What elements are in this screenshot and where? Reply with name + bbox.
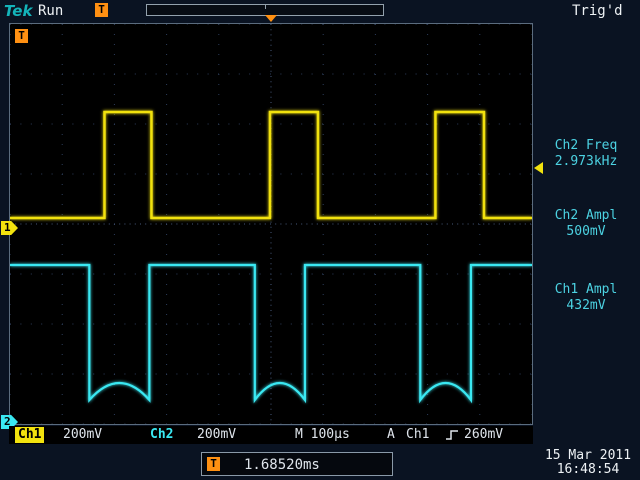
ch2-trace: [10, 265, 532, 400]
trigger-t-icon: T: [207, 457, 220, 471]
measurement-label: Ch2 Freq: [534, 138, 638, 154]
measurement-value: 432mV: [534, 298, 638, 314]
timebase-readout: M 100µs: [295, 426, 350, 444]
trigger-marker-icon: T: [95, 3, 108, 17]
waveform-display: [10, 24, 532, 424]
measurement-value: 2.973kHz: [534, 154, 638, 170]
measurement-value: 500mV: [534, 224, 638, 240]
horizontal-position-readout: T 1.68520ms: [201, 452, 393, 476]
ch1-trace: [10, 112, 532, 218]
trigger-t-indicator: T: [15, 29, 28, 43]
horizontal-position-value: 1.68520ms: [244, 454, 320, 476]
ch1-scale-badge: Ch1: [15, 427, 44, 443]
trigger-status: Trig'd: [572, 3, 623, 19]
status-bar: Ch1 200mV Ch2 200mV M 100µs A Ch1 260mV: [9, 426, 533, 444]
ch1-scale-value: 200mV: [63, 426, 102, 444]
graticule: T: [9, 23, 533, 425]
tek-logo: Tek: [4, 2, 32, 20]
datetime: 15 Mar 2011 16:48:54: [540, 449, 636, 477]
acquisition-status: Run: [38, 3, 63, 19]
ch2-scale-value: 200mV: [197, 426, 236, 444]
measurement-label: Ch2 Ampl: [534, 208, 638, 224]
measurement-ch1-ampl: Ch1 Ampl 432mV: [534, 282, 638, 314]
time-label: 16:48:54: [540, 463, 636, 477]
measurement-ch2-ampl: Ch2 Ampl 500mV: [534, 208, 638, 240]
rising-edge-icon: [445, 428, 459, 448]
ch2-scale-label: Ch2: [150, 426, 173, 444]
trigger-level-value: 260mV: [464, 426, 503, 444]
trigger-position-arrow-icon: [265, 15, 277, 22]
date-label: 15 Mar 2011: [540, 449, 636, 463]
oscilloscope-screen: Tek Run T Trig'd T 1 2 Ch2 Freq 2.973kHz…: [0, 0, 640, 480]
trigger-source: Ch1: [406, 426, 429, 444]
measurement-label: Ch1 Ampl: [534, 282, 638, 298]
trigger-mode: A: [387, 426, 395, 444]
record-center-tick: [265, 5, 266, 9]
measurement-ch2-freq: Ch2 Freq 2.973kHz: [534, 138, 638, 170]
